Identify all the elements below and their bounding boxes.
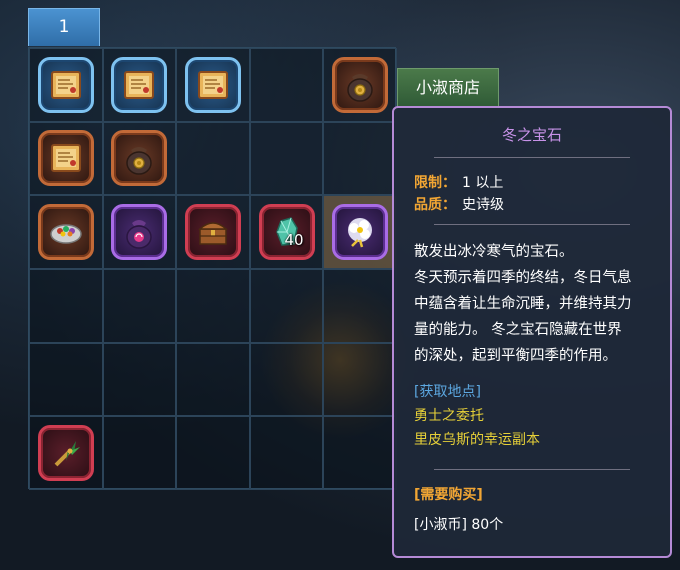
inventory-slot[interactable] [29,342,103,417]
food-bowl-icon [46,212,86,252]
inventory-slot[interactable] [102,416,177,490]
tooltip-stats: 限制： 1 以上 品质： 史诗级 [414,172,670,216]
scroll-map-icon [46,65,86,105]
inventory-item[interactable] [332,204,389,261]
flower-icon [340,212,380,252]
coin-pouch-icon [340,65,380,105]
description-line: 冬天预示着四季的终结，冬日气息 [414,270,632,286]
inventory-slot[interactable] [176,48,250,122]
inventory-slot[interactable]: 40 [249,195,324,269]
scroll-map-icon [46,138,86,178]
inventory-item[interactable] [37,204,94,261]
limit-value: 1 以上 [462,175,504,191]
inventory-slot[interactable] [323,342,397,417]
inventory-item[interactable]: 40 [258,204,315,261]
inventory-slot[interactable] [102,342,177,417]
inventory-item[interactable] [332,56,389,113]
inventory-slot[interactable] [102,48,177,122]
inventory-item[interactable] [184,204,241,261]
inventory-item[interactable] [37,425,94,482]
inventory-slot[interactable] [29,195,103,269]
coin-pouch-icon [119,138,159,178]
inventory-item[interactable] [111,130,168,187]
inventory-slot[interactable] [29,268,103,343]
inventory-item[interactable] [111,204,168,261]
inventory-slot[interactable] [176,342,250,417]
shop-button[interactable]: 小淑商店 [397,68,499,108]
inventory-grid: 40 [28,47,397,490]
treasure-chest-icon [193,212,233,252]
item-tooltip: 冬之宝石 限制： 1 以上 品质： 史诗级 散发出冰冷寒气的宝石。 冬天预示着四季的… [392,106,672,558]
inventory-slot[interactable] [323,195,397,269]
limit-row: 限制： 1 以上 [414,172,670,194]
tooltip-title: 冬之宝石 [501,126,562,144]
inventory-item[interactable] [184,56,241,113]
description-line: 的深处，起到平衡四季的作用。 [414,348,617,364]
inventory-item[interactable] [37,130,94,187]
inventory-slot[interactable] [323,121,397,196]
inventory-slot[interactable] [102,268,177,343]
inventory-slot[interactable] [29,48,103,122]
limit-label: 限制： [414,175,456,191]
inventory-slot[interactable] [102,121,177,196]
inventory-slot[interactable] [176,121,250,196]
magic-pouch-icon [119,212,159,252]
inventory-slot[interactable] [249,342,324,417]
inventory-slot[interactable] [176,195,250,269]
inventory-slot[interactable] [249,268,324,343]
tooltip-divider [434,224,630,225]
tooltip-divider [434,157,630,158]
scroll-map-icon [119,65,159,105]
inventory-slot[interactable] [249,121,324,196]
inventory-slot[interactable] [323,268,397,343]
tooltip-divider [434,469,630,470]
obtain-location: 里皮乌斯的幸运副本 [414,432,540,448]
inventory-slot[interactable] [29,416,103,490]
tab-page-1[interactable]: 1 [28,8,100,46]
scroll-map-icon [193,65,233,105]
inventory-slot[interactable] [323,48,397,122]
inventory-item[interactable] [111,56,168,113]
obtain-header: [获取地点] [414,384,481,400]
quality-row: 品质： 史诗级 [414,194,670,216]
item-quantity: 40 [284,231,304,250]
inventory-item[interactable] [37,56,94,113]
quality-value: 史诗级 [462,197,504,213]
obtain-location: 勇士之委托 [414,408,484,424]
description-line: 量的能力。 冬之宝石隐藏在世界 [414,322,622,338]
inventory-slot[interactable] [249,48,324,122]
inventory-slot[interactable] [29,121,103,196]
tooltip-description: 散发出冰冷寒气的宝石。 冬天预示着四季的终结，冬日气息 中蕴含着让生命沉睡，并维… [414,239,652,369]
inventory-slot[interactable] [176,268,250,343]
windmill-staff-icon [46,433,86,473]
inventory-slot[interactable] [249,416,324,490]
buy-price: [小淑币] 80个 [414,517,504,533]
inventory-slot[interactable] [102,195,177,269]
description-line: 散发出冰冷寒气的宝石。 [414,244,574,260]
buy-header: [需要购买] [414,487,483,503]
description-line: 中蕴含着让生命沉睡，并维持其力 [414,296,632,312]
inventory-slot[interactable] [176,416,250,490]
quality-label: 品质： [414,197,456,213]
inventory-slot[interactable] [323,416,397,490]
